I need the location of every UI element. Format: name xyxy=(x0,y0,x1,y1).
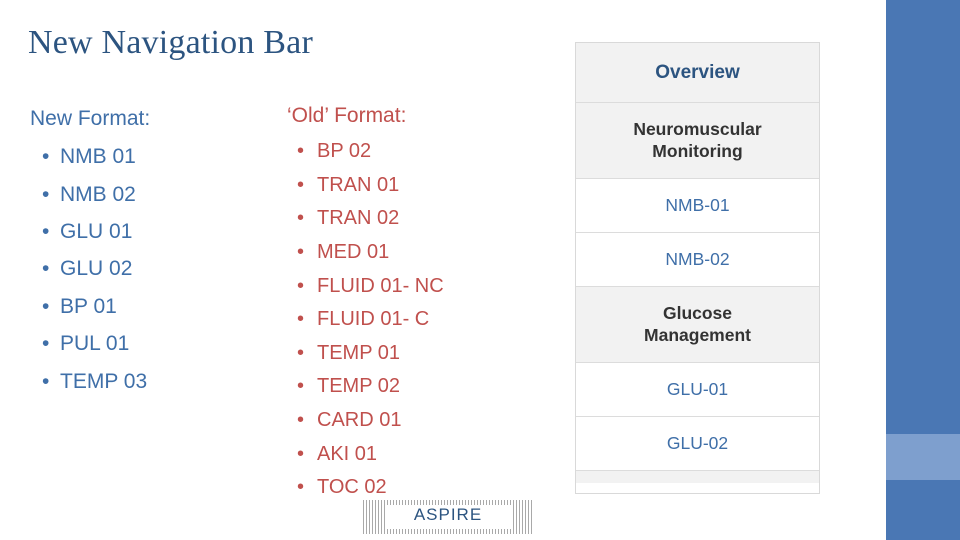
bullet-icon: • xyxy=(297,308,305,331)
bullet-icon: • xyxy=(42,220,50,244)
list-item-label: AKI 01 xyxy=(317,442,378,465)
list-item: • BP 01 xyxy=(30,288,260,325)
list-item-label: NMB 01 xyxy=(60,145,136,169)
list-item-label: TEMP 03 xyxy=(60,369,148,393)
bullet-icon: • xyxy=(297,409,305,432)
nav-item-label: NMB-01 xyxy=(665,194,730,215)
list-item-label: BP 01 xyxy=(60,294,117,318)
list-item-label: GLU 02 xyxy=(60,257,133,281)
bullet-icon: • xyxy=(297,207,305,230)
old-format-column: ‘Old’ Format: • BP 02 • TRAN 01 • TRAN 02 •… xyxy=(275,102,515,505)
list-item: • BP 02 xyxy=(275,135,515,169)
list-item-label: GLU 01 xyxy=(60,220,133,244)
bullet-icon: • xyxy=(42,182,50,206)
aspire-logo: ASPIRE xyxy=(363,500,533,534)
list-item: • CARD 01 xyxy=(275,404,515,438)
list-item: • TRAN 02 xyxy=(275,202,515,236)
list-item-label: FLUID 01- C xyxy=(317,308,430,331)
bullet-icon: • xyxy=(42,145,50,169)
nav-item-nmb-01[interactable]: NMB-01 xyxy=(576,179,819,233)
nav-item-label: NMB-02 xyxy=(665,248,730,269)
nav-item-nmb-02[interactable]: NMB-02 xyxy=(576,233,819,287)
aspire-logo-text: ASPIRE xyxy=(413,505,483,524)
nav-item-label: Glucose Management xyxy=(644,303,751,345)
bullet-icon: • xyxy=(297,375,305,398)
nav-item-overview[interactable]: Overview xyxy=(576,43,819,103)
nav-item-label: Neuromuscular Monitoring xyxy=(633,119,762,161)
list-item: • AKI 01 xyxy=(275,438,515,472)
list-item: • GLU 01 xyxy=(30,213,260,250)
decorative-bar-middle xyxy=(886,434,960,480)
bullet-icon: • xyxy=(297,173,305,196)
bullet-icon: • xyxy=(297,241,305,264)
decorative-bar-bottom xyxy=(886,480,960,540)
list-item: • TEMP 03 xyxy=(30,363,260,400)
list-item-label: MED 01 xyxy=(317,241,390,264)
bullet-icon: • xyxy=(297,476,305,499)
nav-item-neuromuscular-monitoring[interactable]: Neuromuscular Monitoring xyxy=(576,103,819,179)
new-format-column: New Format: • NMB 01 • NMB 02 • GLU 01 • GLU… xyxy=(30,105,260,400)
list-item-label: FLUID 01- NC xyxy=(317,274,444,297)
new-format-list: • NMB 01 • NMB 02 • GLU 01 • GLU 02 • BP 01 •… xyxy=(30,138,260,400)
list-item-label: NMB 02 xyxy=(60,182,136,206)
bullet-icon: • xyxy=(297,442,305,465)
bullet-icon: • xyxy=(297,140,305,163)
nav-item-glu-02[interactable]: GLU-02 xyxy=(576,417,819,471)
list-item: • MED 01 xyxy=(275,236,515,270)
list-item: • GLU 02 xyxy=(30,250,260,287)
bullet-icon: • xyxy=(42,257,50,281)
old-format-heading: ‘Old’ Format: xyxy=(287,104,407,127)
bullet-icon: • xyxy=(297,274,305,297)
page-title: New Navigation Bar xyxy=(28,24,313,61)
nav-item-label: GLU-02 xyxy=(666,432,729,453)
list-item: • TEMP 02 xyxy=(275,370,515,404)
list-item-label: TRAN 01 xyxy=(317,173,400,196)
list-item: • NMB 01 xyxy=(30,138,260,175)
bullet-icon: • xyxy=(42,294,50,318)
bullet-icon: • xyxy=(42,369,50,393)
navigation-bar-screenshot: Overview Neuromuscular Monitoring NMB-01… xyxy=(575,42,820,494)
list-item: • TRAN 01 xyxy=(275,169,515,203)
nav-item-label: Overview xyxy=(655,61,740,83)
bullet-icon: • xyxy=(297,341,305,364)
list-item-label: TEMP 01 xyxy=(317,341,400,364)
list-item-label: TRAN 02 xyxy=(317,207,400,230)
decorative-bar-top xyxy=(886,0,960,434)
list-item-label: PUL 01 xyxy=(60,332,130,356)
list-item: • FLUID 01- C xyxy=(275,303,515,337)
nav-item-truncated xyxy=(576,471,819,483)
list-item: • FLUID 01- NC xyxy=(275,270,515,304)
list-item: • NMB 02 xyxy=(30,176,260,213)
new-format-heading: New Format: xyxy=(30,107,151,130)
list-item-label: CARD 01 xyxy=(317,409,402,432)
old-format-list: • BP 02 • TRAN 01 • TRAN 02 • MED 01 • FLUID … xyxy=(275,135,515,505)
list-item: • PUL 01 xyxy=(30,325,260,362)
nav-item-label: GLU-01 xyxy=(666,378,729,399)
list-item: • TEMP 01 xyxy=(275,337,515,371)
nav-item-glu-01[interactable]: GLU-01 xyxy=(576,363,819,417)
list-item-label: TOC 02 xyxy=(317,476,387,499)
list-item-label: TEMP 02 xyxy=(317,375,400,398)
nav-item-glucose-management[interactable]: Glucose Management xyxy=(576,287,819,363)
list-item-label: BP 02 xyxy=(317,140,372,163)
bullet-icon: • xyxy=(42,332,50,356)
